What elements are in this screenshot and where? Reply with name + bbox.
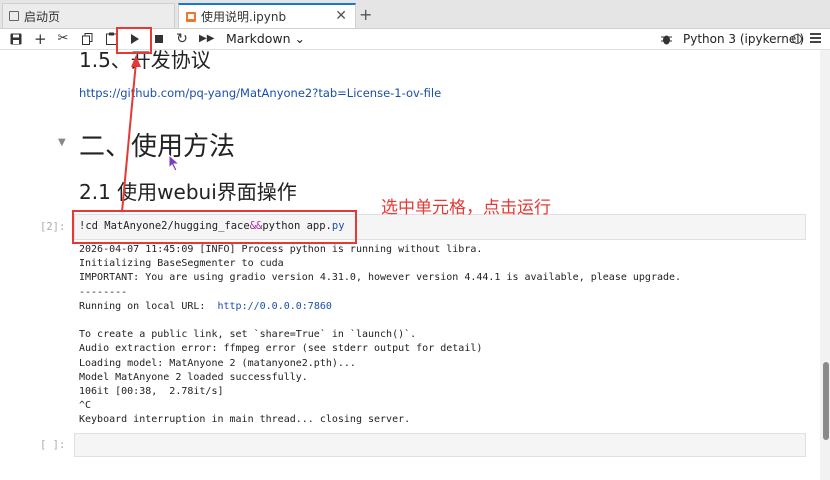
annotation-text: 选中单元格，点击运行 (381, 198, 551, 218)
mouse-cursor-icon (168, 154, 180, 172)
annotation-arrow (121, 55, 141, 213)
